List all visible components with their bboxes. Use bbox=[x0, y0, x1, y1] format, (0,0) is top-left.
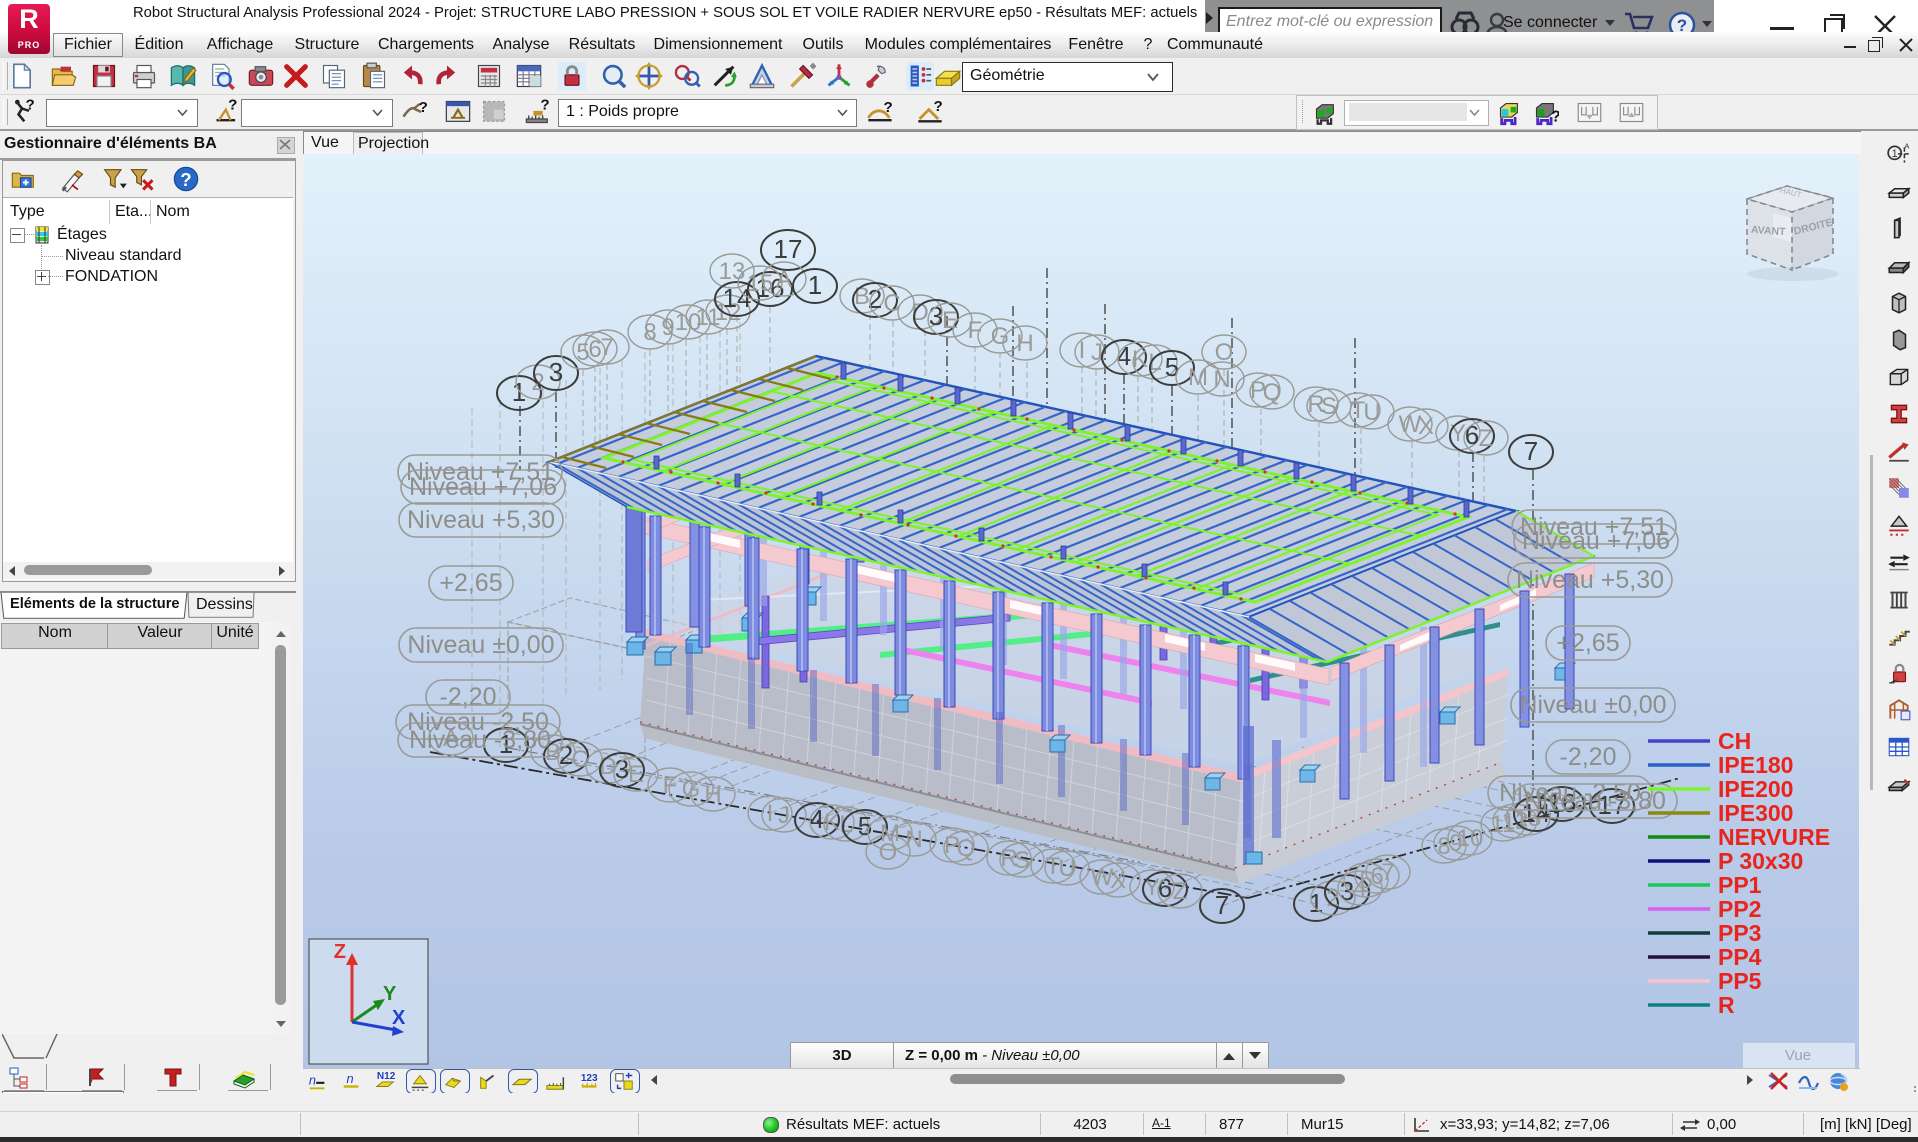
svg-text:n: n bbox=[347, 1071, 354, 1086]
svg-text:?: ? bbox=[26, 98, 35, 114]
svg-text:H: H bbox=[704, 781, 721, 808]
svg-text:A: A bbox=[1904, 142, 1910, 151]
svg-text:N: N bbox=[905, 826, 922, 853]
svg-text:8: 8 bbox=[643, 319, 656, 346]
svg-text:Q: Q bbox=[1263, 379, 1282, 406]
svg-text:?: ? bbox=[180, 169, 191, 190]
svg-text:Z: Z bbox=[334, 941, 346, 963]
svg-text:U: U bbox=[1058, 855, 1075, 882]
svg-text:U: U bbox=[1363, 399, 1380, 426]
svg-text:7: 7 bbox=[600, 334, 613, 361]
svg-text:Q: Q bbox=[957, 835, 976, 862]
svg-text:Niveau -3,80: Niveau -3,80 bbox=[409, 726, 551, 754]
svg-text:123: 123 bbox=[581, 1073, 598, 1084]
svg-text:PP1: PP1 bbox=[1718, 872, 1762, 898]
svg-text:1: 1 bbox=[808, 270, 822, 300]
svg-text:X: X bbox=[1110, 867, 1126, 894]
svg-text:13: 13 bbox=[719, 258, 746, 285]
svg-text:?: ? bbox=[884, 99, 893, 116]
svg-text:S: S bbox=[1321, 393, 1337, 420]
svg-text:N: N bbox=[1213, 366, 1230, 393]
svg-text:15: 15 bbox=[747, 270, 774, 297]
svg-text:N12: N12 bbox=[377, 1071, 396, 1082]
svg-text:7: 7 bbox=[1381, 859, 1394, 886]
svg-text:IPE200: IPE200 bbox=[1718, 776, 1793, 802]
svg-text:10: 10 bbox=[1457, 825, 1484, 852]
svg-text:?: ? bbox=[540, 98, 549, 114]
svg-text:?: ? bbox=[228, 98, 237, 114]
svg-text:Niveau +5,30: Niveau +5,30 bbox=[1516, 566, 1664, 594]
svg-text:IPE300: IPE300 bbox=[1718, 800, 1793, 826]
svg-text:NERVURE: NERVURE bbox=[1718, 824, 1830, 850]
svg-text:Z: Z bbox=[1479, 425, 1494, 452]
svg-text:Niveau ±0,00: Niveau ±0,00 bbox=[1519, 691, 1666, 719]
svg-text:F: F bbox=[968, 317, 983, 344]
svg-text:PP3: PP3 bbox=[1718, 920, 1761, 946]
svg-text:17: 17 bbox=[774, 234, 803, 264]
svg-text:+2,65: +2,65 bbox=[1556, 629, 1619, 657]
svg-text:J: J bbox=[778, 802, 790, 829]
svg-text:1: 1 bbox=[512, 377, 526, 407]
svg-text:IPE180: IPE180 bbox=[1718, 752, 1793, 778]
svg-text:5: 5 bbox=[1165, 352, 1179, 382]
svg-text:PP2: PP2 bbox=[1718, 896, 1761, 922]
svg-text:R: R bbox=[1718, 992, 1735, 1018]
svg-text:Z: Z bbox=[1173, 878, 1188, 905]
svg-text:PP4: PP4 bbox=[1718, 944, 1762, 970]
svg-text:1: 1 bbox=[1892, 148, 1898, 160]
svg-text:X: X bbox=[1418, 413, 1434, 440]
svg-text:AVANT: AVANT bbox=[1751, 224, 1787, 238]
svg-text:J: J bbox=[1091, 339, 1103, 366]
svg-text:E: E bbox=[628, 761, 644, 788]
svg-text:O: O bbox=[879, 839, 898, 866]
svg-text:G: G bbox=[991, 323, 1010, 350]
svg-text:O: O bbox=[1215, 339, 1234, 366]
svg-text:Niveau -3,80: Niveau -3,80 bbox=[1524, 787, 1666, 815]
svg-text:7: 7 bbox=[1215, 890, 1229, 920]
svg-text:PP5: PP5 bbox=[1718, 968, 1762, 994]
svg-text:Niveau ±0,00: Niveau ±0,00 bbox=[407, 631, 554, 659]
svg-text:P 30x30: P 30x30 bbox=[1718, 848, 1803, 874]
svg-text:S: S bbox=[1014, 847, 1030, 874]
svg-text:n: n bbox=[309, 1073, 316, 1088]
svg-text:?: ? bbox=[934, 98, 943, 115]
svg-text:?: ? bbox=[1551, 109, 1559, 126]
svg-text:Niveau +5,30: Niveau +5,30 bbox=[407, 506, 555, 534]
svg-text:?: ? bbox=[419, 99, 428, 116]
svg-text:X: X bbox=[392, 1007, 406, 1029]
svg-text:9: 9 bbox=[661, 314, 674, 341]
svg-text:-2,20: -2,20 bbox=[1560, 743, 1617, 771]
svg-text:A: A bbox=[776, 266, 792, 293]
svg-text:7: 7 bbox=[1524, 436, 1538, 466]
svg-text:H: H bbox=[1016, 330, 1033, 357]
svg-text:Y: Y bbox=[383, 983, 397, 1005]
svg-text:CH: CH bbox=[1718, 728, 1751, 754]
svg-text:+2,65: +2,65 bbox=[439, 569, 502, 597]
svg-text:Niveau +7,06: Niveau +7,06 bbox=[409, 473, 557, 501]
svg-text:Niveau +7,06: Niveau +7,06 bbox=[1522, 527, 1670, 555]
svg-text:3: 3 bbox=[549, 357, 563, 387]
svg-text:E: E bbox=[942, 307, 958, 334]
svg-text:1: 1 bbox=[1309, 888, 1323, 918]
svg-text:-2,20: -2,20 bbox=[440, 683, 497, 711]
